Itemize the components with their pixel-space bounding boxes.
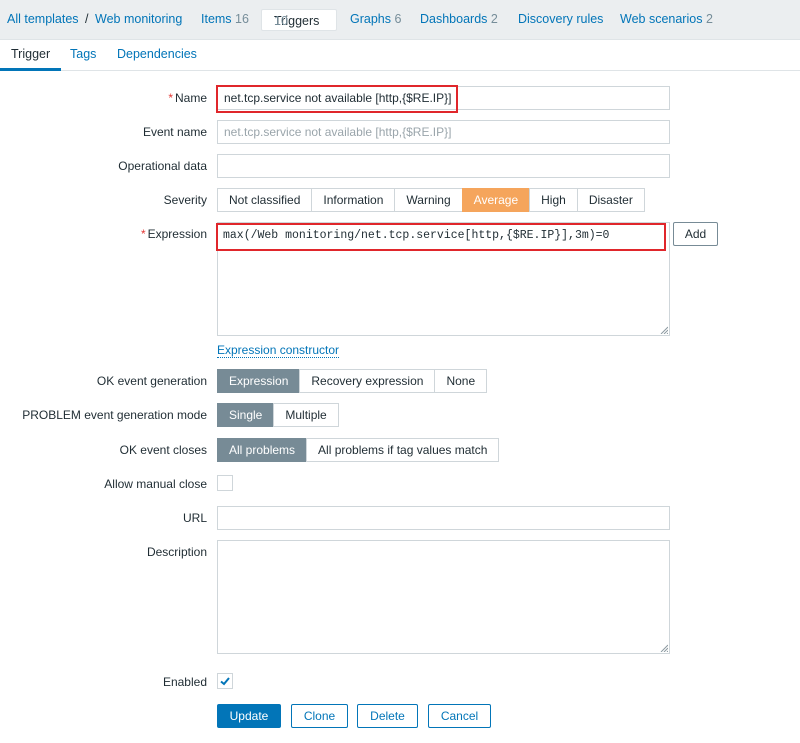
expression-label: * Expression	[141, 227, 207, 241]
cancel-button[interactable]: Cancel	[428, 704, 491, 728]
expression-label-text: Expression	[147, 227, 207, 241]
ok-event-closes-label: OK event closes	[119, 443, 207, 457]
severity-disaster[interactable]: Disaster	[576, 188, 645, 212]
active-tab-indicator	[0, 68, 61, 71]
tab-dashboards[interactable]: Dashboards 2	[420, 12, 498, 26]
tab-dashboards-count: 2	[490, 12, 498, 26]
resize-grip-icon[interactable]	[660, 644, 668, 652]
enabled-checkbox[interactable]	[217, 673, 233, 689]
tab-items[interactable]: Items 16	[201, 12, 249, 26]
allow-manual-close-checkbox[interactable]	[217, 475, 233, 491]
resize-grip-icon[interactable]	[660, 326, 668, 334]
required-mark: *	[168, 91, 173, 105]
tab-triggers[interactable]: Triggers 10	[261, 9, 337, 31]
expression-textarea[interactable]: max(/Web monitoring/net.tcp.service[http…	[217, 222, 670, 336]
name-input[interactable]: net.tcp.service not available [http,{$RE…	[217, 86, 670, 110]
checkmark-icon	[220, 677, 230, 686]
tab-web-label: Web scenarios	[620, 12, 703, 26]
required-mark: *	[140, 227, 146, 241]
problem-mode-label: PROBLEM event generation mode	[22, 408, 207, 422]
tab-graphs-count: 6	[394, 12, 402, 26]
event-name-label: Event name	[142, 125, 207, 139]
severity-warning[interactable]: Warning	[394, 188, 463, 212]
severity-average[interactable]: Average	[461, 188, 531, 212]
expression-constructor-link[interactable]: Expression constructor	[217, 343, 340, 358]
event-name-input[interactable]: net.tcp.service not available [http,{$RE…	[217, 120, 670, 144]
breadcrumb-all-templates[interactable]: All templates	[7, 12, 79, 26]
expression-text: max(/Web monitoring/net.tcp.service[http…	[223, 229, 610, 242]
ok-closes-all-problems[interactable]: All problems	[217, 438, 308, 462]
allow-manual-close-label: Allow manual close	[104, 477, 207, 491]
update-button[interactable]: Update	[217, 704, 281, 728]
url-input[interactable]	[217, 506, 670, 530]
ok-gen-none[interactable]: None	[434, 369, 488, 393]
breadcrumb-separator: /	[85, 12, 89, 26]
form-tab-dependencies[interactable]: Dependencies	[117, 47, 197, 61]
tab-triggers-count: 10	[274, 14, 288, 28]
name-label-text: Name	[174, 91, 207, 105]
operational-data-input[interactable]	[217, 154, 670, 178]
clone-button[interactable]: Clone	[291, 704, 348, 728]
ok-gen-recovery-expression[interactable]: Recovery expression	[299, 369, 436, 393]
severity-not-classified[interactable]: Not classified	[217, 188, 313, 212]
url-label: URL	[182, 511, 207, 525]
operational-data-label: Operational data	[118, 159, 207, 173]
severity-label: Severity	[163, 193, 207, 207]
ok-event-generation-label: OK event generation	[96, 374, 207, 388]
tab-graphs[interactable]: Graphs 6	[350, 12, 401, 26]
tab-graphs-label: Graphs	[350, 12, 391, 26]
form-tab-trigger[interactable]: Trigger	[11, 47, 50, 61]
severity-selector: Not classified Information Warning Avera…	[217, 188, 645, 212]
form-tabs: Trigger Tags Dependencies	[0, 40, 800, 71]
tab-discovery-rules[interactable]: Discovery rules	[518, 12, 603, 26]
breadcrumb-template[interactable]: Web monitoring	[95, 12, 182, 26]
name-label: * Name	[168, 91, 207, 105]
description-label: Description	[146, 545, 207, 559]
ok-event-generation-selector: Expression Recovery expression None	[217, 369, 488, 393]
description-textarea[interactable]	[217, 540, 670, 654]
add-expression-button[interactable]: Add	[673, 222, 718, 246]
enabled-label: Enabled	[162, 675, 207, 689]
ok-closes-tag-match[interactable]: All problems if tag values match	[306, 438, 500, 462]
tab-dashboards-label: Dashboards	[420, 12, 488, 26]
form-tab-tags[interactable]: Tags	[70, 47, 96, 61]
tab-items-count: 16	[235, 12, 249, 26]
tab-web-count: 2	[705, 12, 713, 26]
problem-mode-single[interactable]: Single	[217, 403, 275, 427]
ok-event-closes-selector: All problems All problems if tag values …	[217, 438, 500, 462]
tab-items-label: Items	[201, 12, 232, 26]
problem-mode-multiple[interactable]: Multiple	[273, 403, 339, 427]
delete-button[interactable]: Delete	[357, 704, 418, 728]
tab-web-scenarios[interactable]: Web scenarios 2	[620, 12, 713, 26]
problem-mode-selector: Single Multiple	[217, 403, 339, 427]
severity-information[interactable]: Information	[311, 188, 396, 212]
ok-gen-expression[interactable]: Expression	[217, 369, 301, 393]
top-navigation: All templates / Web monitoring Items 16 …	[0, 0, 800, 40]
severity-high[interactable]: High	[529, 188, 578, 212]
